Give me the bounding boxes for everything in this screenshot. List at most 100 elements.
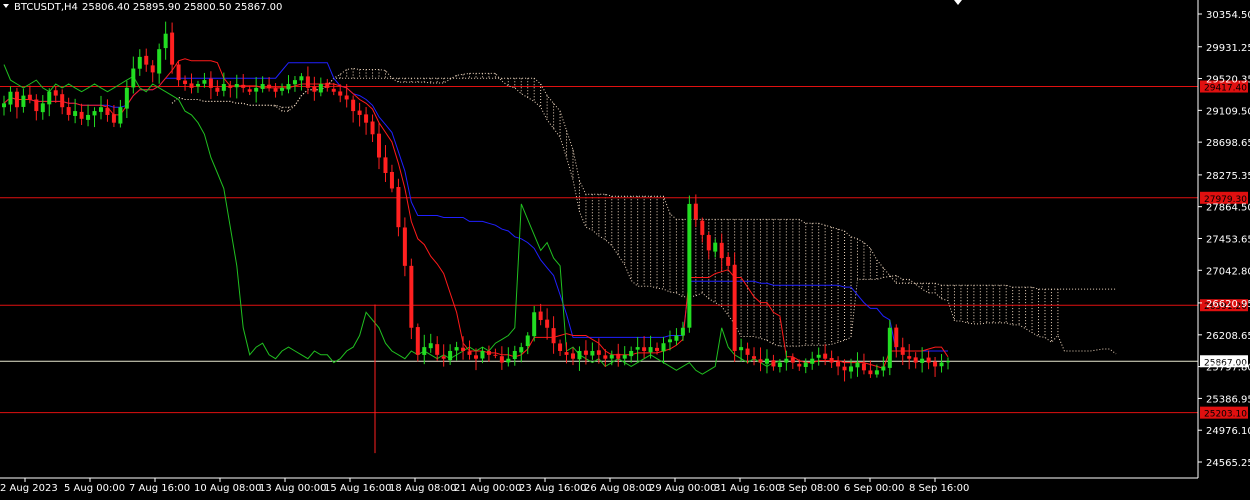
candle-body [900,347,905,355]
candle-body [286,83,291,90]
candle-body [383,157,388,173]
tenkan-sen-line [3,58,949,370]
y-tick-label: 27042.80 [1206,266,1250,277]
candle-body [674,335,679,341]
x-tick-label: 29 Aug 00:00 [649,483,716,494]
candle-body [221,83,226,91]
candle-body [409,265,414,328]
candle-body [124,87,129,109]
price-level-label: 25203.10 [1204,410,1247,420]
y-tick-label: 30354.50 [1206,10,1250,21]
candle-body [913,357,918,363]
candle-body [907,356,912,359]
x-tick-label: 23 Aug 16:00 [519,483,586,494]
candle-body [939,362,944,367]
candle-body [53,90,58,96]
x-tick-label: 8 Sep 16:00 [909,483,969,494]
candle-body [635,347,640,350]
candle-body [474,355,478,359]
candle-body [532,312,537,337]
candle-body [713,242,718,252]
candle-body [2,103,6,108]
candle-body [79,111,84,119]
candle-body [325,82,330,88]
symbol-timeframe: BTCUSDT,H4 [14,2,78,13]
candle-body [389,171,394,189]
candle-body [273,88,278,92]
y-tick-label: 25386.95 [1206,394,1250,405]
candle-body [183,80,188,84]
candle-body [629,350,634,357]
candle-body [260,83,265,89]
candle-body [622,354,627,359]
candle-body [105,108,110,115]
candle-body [21,95,26,107]
candle-body [706,235,711,251]
candle-body [247,89,252,92]
candle-body [493,354,498,356]
candle-body [680,327,685,336]
price-chart[interactable]: 29417.4027979.3026591.2025203.1025867.00… [0,0,1250,500]
candle-body [73,111,78,116]
x-tick-label: 5 Aug 00:00 [64,483,125,494]
candle-body [338,91,343,96]
candle-body [8,91,13,105]
candle-body [396,187,401,228]
candle-body [454,347,459,351]
candle-body [86,114,91,120]
candle-body [344,95,349,100]
chevron-down-icon[interactable] [3,4,9,8]
candle-body [312,86,317,92]
candle-body [98,107,103,112]
y-tick-label: 27453.65 [1206,234,1250,245]
ichimoku-cloud [275,68,1059,347]
candle-body [861,363,866,371]
candle-body [603,355,608,359]
candle-body [92,111,97,116]
candle-body [66,107,71,115]
y-tick-label: 24565.25 [1206,458,1250,469]
candle-body [926,357,931,363]
candle-body [700,220,705,235]
indicator-lines [3,58,1117,375]
candle-body [40,103,45,113]
y-tick-label: 24976.10 [1206,426,1250,437]
candle-body [157,49,162,74]
candle-body [732,264,737,351]
candle-body [687,203,692,328]
candle-body [719,242,724,259]
candle-body [933,361,938,367]
candle-body [208,78,213,88]
candle-body [195,83,200,87]
candle-body [305,76,310,88]
candle-body [512,350,517,360]
candle-body [874,370,879,375]
candle-body [726,256,731,266]
senkou-span-a [171,67,1117,355]
candle-body [47,91,52,105]
candle-body [538,311,543,321]
candle-body [150,65,155,73]
candle-body [292,80,297,85]
y-tick-label: 25797.80 [1206,363,1250,374]
candle-body [441,356,446,359]
candle-body [422,347,427,355]
candle-body [163,33,168,49]
candle-body [144,55,149,65]
x-tick-label: 13 Aug 00:00 [259,483,326,494]
candle-body [564,352,569,355]
candle-body [118,107,123,124]
scroll-marker-icon[interactable] [954,0,962,5]
candle-body [331,88,336,92]
y-tick-label: 26620.95 [1206,299,1250,310]
candle-body [14,91,19,108]
candle-body [661,343,666,352]
candle-body [137,56,142,69]
candle-body [428,343,433,349]
candle-body [596,350,601,355]
candle-body [34,99,39,112]
candle-body [816,354,821,358]
candle-body [777,362,782,367]
candle-body [499,356,504,363]
candle-body [642,347,647,351]
